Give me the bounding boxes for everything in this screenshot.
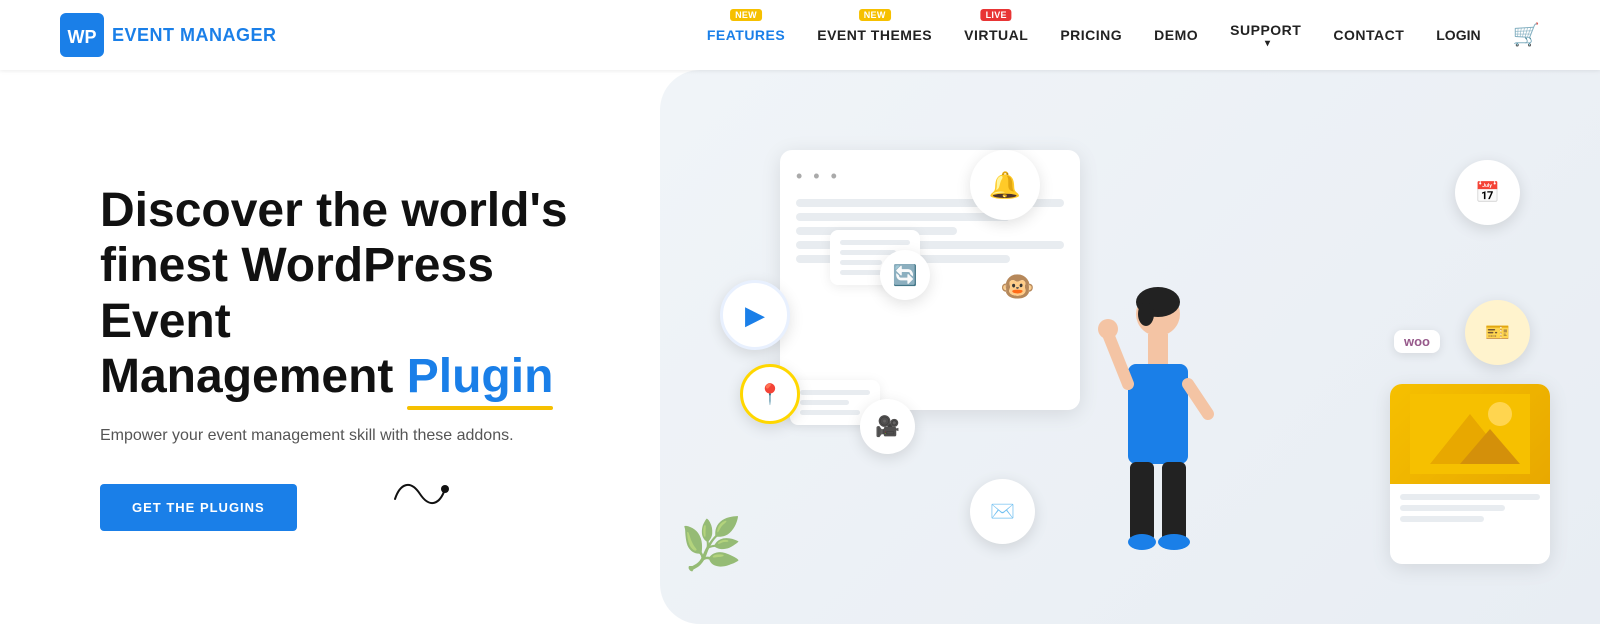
nav-item-virtual[interactable]: LIVE VIRTUAL: [964, 27, 1028, 43]
refresh-icon: 🔄: [893, 263, 918, 288]
card-line: [796, 213, 1010, 221]
mascot-icon: 🐵: [1000, 270, 1035, 303]
nav-item-features[interactable]: NEW FEATURES: [707, 27, 785, 43]
logo-text: EVENT MANAGER: [112, 25, 277, 46]
plant-decoration: 🌿: [680, 515, 742, 574]
video-circle: 🎥: [860, 399, 915, 454]
refresh-circle: 🔄: [880, 250, 930, 300]
header: WP EVENT MANAGER NEW FEATURES NEW EVENT …: [0, 0, 1600, 70]
bell-circle: 🔔: [970, 150, 1040, 220]
mountain-scene: [1410, 394, 1530, 474]
features-badge: NEW: [730, 9, 762, 21]
logo-icon: WP: [60, 13, 104, 57]
play-circle: ▶: [720, 280, 790, 350]
hero-highlight: Plugin: [407, 349, 554, 404]
hero-left: Discover the world's finest WordPress Ev…: [0, 70, 680, 624]
hero-section: Discover the world's finest WordPress Ev…: [0, 70, 1600, 624]
ticket-icon: 🎫: [1485, 320, 1510, 345]
calendar-circle: 📅: [1455, 160, 1520, 225]
play-icon: ▶: [745, 300, 765, 331]
email-circle: ✉️: [970, 479, 1035, 544]
hero-heading: Discover the world's finest WordPress Ev…: [100, 183, 620, 404]
video-icon: 🎥: [875, 414, 900, 439]
nav-item-demo[interactable]: DEMO: [1154, 27, 1198, 43]
cart-icon[interactable]: 🛒: [1513, 22, 1540, 48]
svg-text:WP: WP: [68, 27, 97, 47]
nav-item-login[interactable]: LOGIN: [1436, 27, 1480, 43]
bell-icon: 🔔: [989, 170, 1021, 201]
nav-item-support[interactable]: SUPPORT ▾: [1230, 22, 1301, 49]
woo-badge: woo: [1394, 330, 1440, 353]
person-illustration: [1088, 284, 1228, 564]
location-circle: 📍: [740, 364, 800, 424]
image-card: [1390, 384, 1550, 564]
image-card-thumbnail: [1390, 384, 1550, 484]
logo[interactable]: WP EVENT MANAGER: [60, 13, 277, 57]
get-plugins-button[interactable]: GET THE PLUGINS: [100, 484, 297, 531]
calendar-icon: 📅: [1475, 180, 1500, 205]
nav-item-contact[interactable]: CONTACT: [1333, 27, 1404, 43]
email-icon: ✉️: [990, 499, 1015, 524]
main-nav: NEW FEATURES NEW EVENT THEMES LIVE VIRTU…: [707, 22, 1540, 49]
hero-subtext: Empower your event management skill with…: [100, 424, 520, 448]
virtual-badge: LIVE: [981, 9, 1012, 21]
hero-right-illustration: • • •: [660, 70, 1600, 624]
ticket-circle: 🎫: [1465, 300, 1530, 365]
squiggle-decoration: [390, 474, 450, 524]
support-chevron-icon: ▾: [1265, 38, 1271, 49]
location-icon: 📍: [758, 382, 783, 407]
nav-item-event-themes[interactable]: NEW EVENT THEMES: [817, 27, 932, 43]
event-themes-badge: NEW: [859, 9, 891, 21]
illustration-container: • • •: [660, 70, 1600, 624]
nav-item-pricing[interactable]: PRICING: [1060, 27, 1122, 43]
